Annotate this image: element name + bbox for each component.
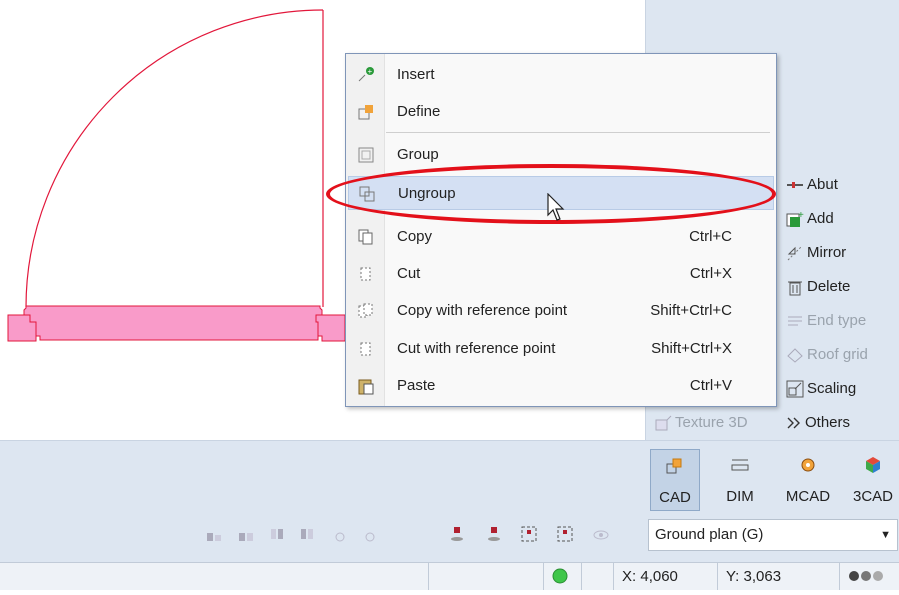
layer-dots[interactable]: [839, 563, 899, 590]
status-cell-empty: [428, 563, 543, 590]
mode-3cad-button[interactable]: 3CAD: [849, 449, 897, 509]
menu-item-define[interactable]: Define: [348, 95, 774, 129]
rotate-left-icon[interactable]: [330, 525, 348, 543]
texture-3d-tool[interactable]: Texture 3D: [654, 410, 748, 436]
mirror-icon: [786, 244, 804, 262]
mode-mcad-button[interactable]: MCAD: [784, 449, 832, 509]
scaling-icon: [786, 380, 804, 398]
menu-item-cut[interactable]: Cut Ctrl+X: [348, 257, 774, 291]
add-tool[interactable]: + Add: [786, 206, 834, 232]
view-select[interactable]: Ground plan (G) ▼: [648, 519, 898, 551]
menu-item-copy[interactable]: Copy Ctrl+C: [348, 220, 774, 254]
mouse-cursor-icon: [547, 193, 565, 221]
context-menu: + Insert Define Group Ungroup Copy Ctrl+…: [345, 53, 777, 407]
select-frame-icon[interactable]: [520, 525, 538, 543]
menu-separator: [386, 132, 770, 133]
cut-reference-icon: [360, 342, 371, 356]
add-icon: +: [786, 210, 804, 228]
x-coordinate: X: 4,060: [613, 563, 717, 590]
status-green-icon: [552, 568, 568, 584]
abut-icon: [786, 176, 804, 194]
roof-grid-icon: [786, 346, 804, 364]
rotate-right-icon[interactable]: [360, 525, 378, 543]
end-type-tool[interactable]: End type: [786, 308, 866, 334]
abut-tool[interactable]: Abut: [786, 172, 838, 198]
end-type-icon: [786, 312, 804, 330]
pin-icon[interactable]: [448, 525, 466, 543]
select-frame-alt-icon[interactable]: [556, 525, 574, 543]
pin-alt-icon[interactable]: [485, 525, 503, 543]
paste-icon: [358, 379, 374, 395]
align-left-icon[interactable]: [205, 525, 223, 543]
chevron-down-icon: ▼: [880, 529, 891, 541]
gear-icon: [801, 458, 815, 472]
align-center-icon[interactable]: [237, 525, 255, 543]
status-cell-blank: [581, 563, 613, 590]
copy-reference-icon: [358, 303, 373, 318]
cut-icon: [360, 267, 371, 281]
y-coordinate: Y: 3,063: [717, 563, 839, 590]
insert-icon: +: [358, 67, 374, 82]
menu-item-paste[interactable]: Paste Ctrl+V: [348, 369, 774, 403]
mode-cad-button[interactable]: CAD: [650, 449, 700, 511]
mirror-tool[interactable]: Mirror: [786, 240, 846, 266]
distribute-vertical-icon[interactable]: [298, 525, 316, 543]
dimension-icon: [731, 459, 749, 471]
cube-icon: [866, 457, 880, 473]
status-indicator: [543, 563, 581, 590]
menu-item-insert[interactable]: + Insert: [348, 58, 774, 92]
group-icon: [358, 147, 374, 163]
texture-3d-icon: [654, 414, 672, 432]
svg-text:+: +: [798, 210, 804, 221]
others-tool[interactable]: Others: [786, 410, 850, 436]
mode-dim-button[interactable]: DIM: [716, 449, 764, 509]
dots-icon: [849, 571, 883, 581]
trash-icon: [786, 278, 804, 296]
distribute-horizontal-icon[interactable]: [268, 525, 286, 543]
roof-grid-tool[interactable]: Roof grid: [786, 342, 868, 368]
menu-item-cut-reference[interactable]: Cut with reference point Shift+Ctrl+X: [348, 332, 774, 366]
eye-icon[interactable]: [592, 525, 610, 543]
double-chevron-right-icon: [786, 414, 802, 432]
define-icon: [358, 105, 373, 120]
copy-icon: [358, 229, 373, 245]
scaling-tool[interactable]: Scaling: [786, 376, 856, 402]
status-bar: X: 4,060 Y: 3,063: [0, 562, 899, 590]
delete-tool[interactable]: Delete: [786, 274, 850, 300]
cad-mode-icon: [666, 458, 682, 474]
svg-text:+: +: [368, 67, 373, 76]
door-swing-arc: [25, 9, 324, 308]
menu-item-copy-reference[interactable]: Copy with reference point Shift+Ctrl+C: [348, 294, 774, 328]
wall-segment: [7, 305, 346, 342]
